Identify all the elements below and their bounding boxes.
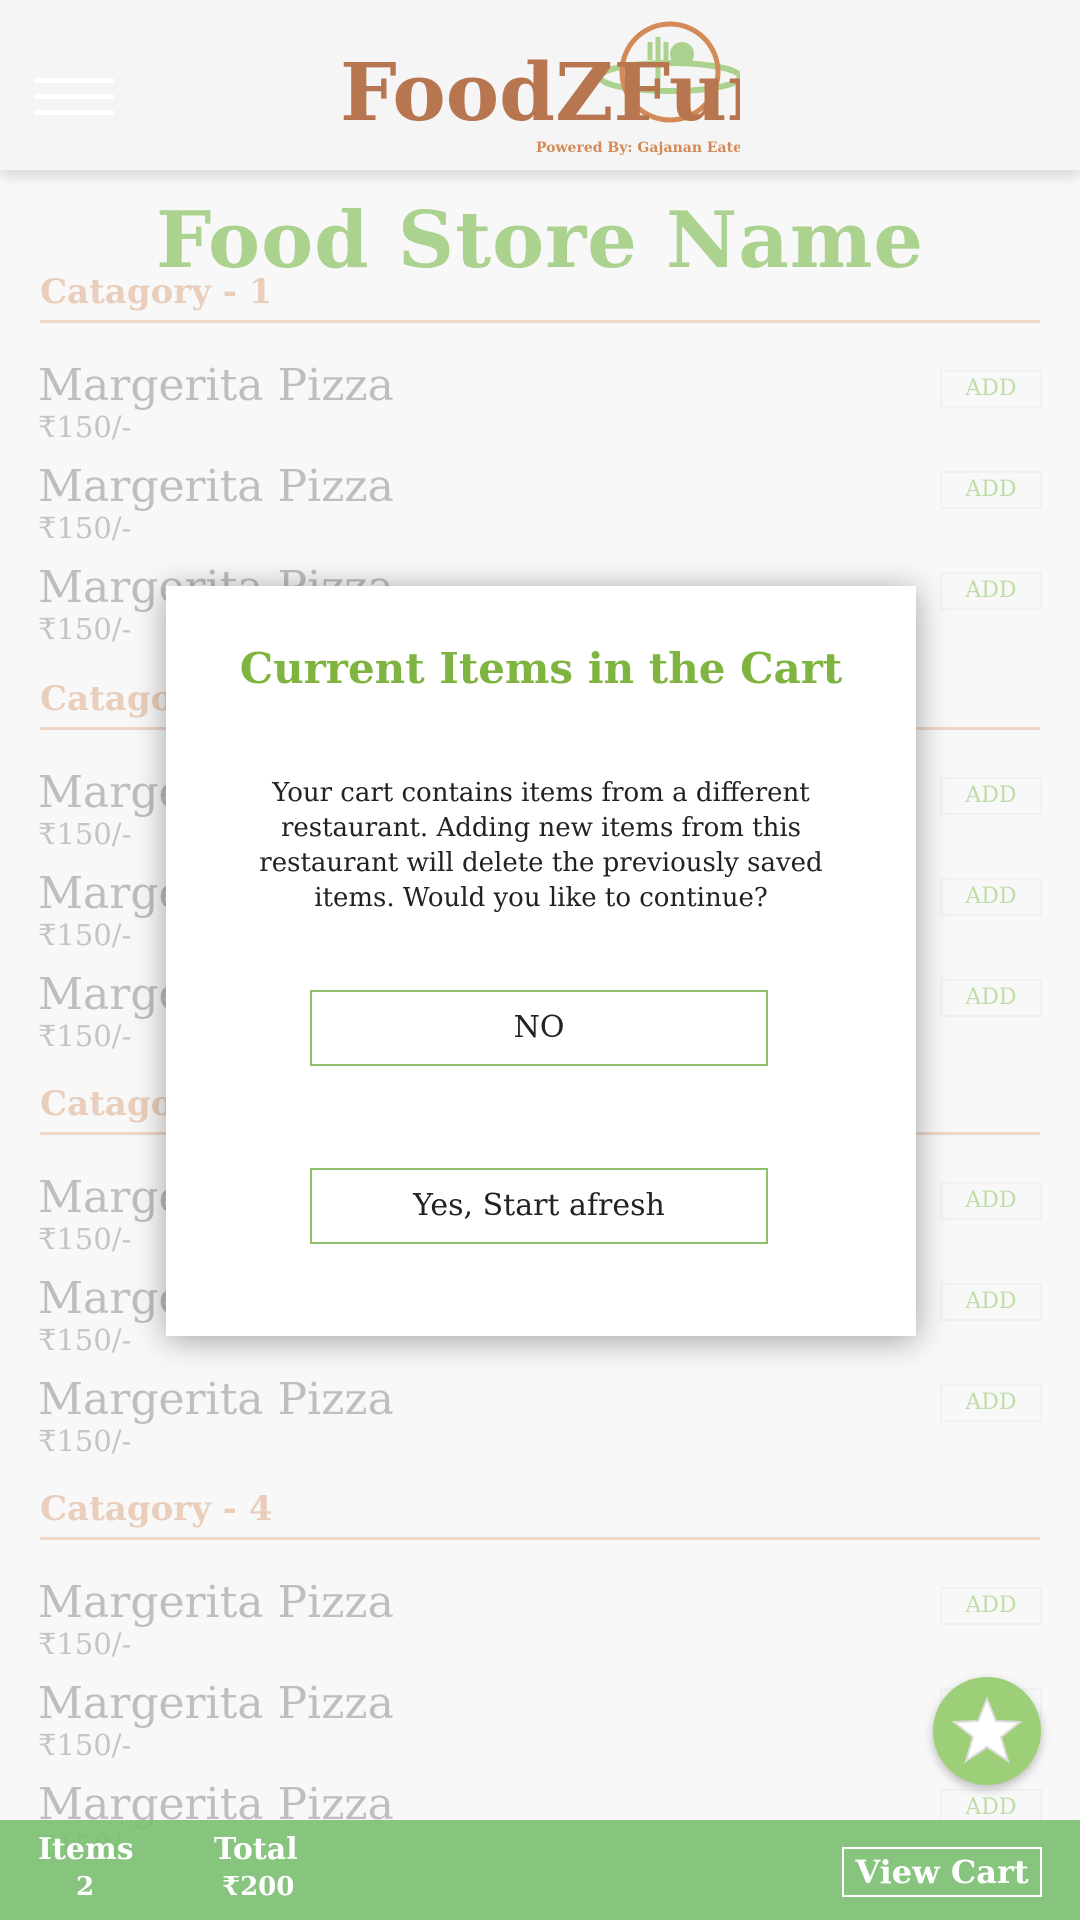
- items-count: 2: [76, 1872, 95, 1902]
- dialog-message: Your cart contains items from a differen…: [259, 778, 823, 913]
- dialog-title: Current Items in the Cart: [239, 644, 843, 693]
- cart-conflict-dialog: Current Items in the Cart Your cart cont…: [166, 586, 916, 1336]
- view-cart-button[interactable]: View Cart: [842, 1847, 1042, 1897]
- total-label: Total: [214, 1832, 298, 1867]
- start-afresh-button[interactable]: Yes, Start afresh: [310, 1168, 768, 1244]
- total-value: ₹200: [222, 1872, 295, 1902]
- favorite-button[interactable]: [933, 1677, 1041, 1785]
- no-button[interactable]: NO: [310, 990, 768, 1066]
- cart-summary-bar: Items 2 Total ₹200 View Cart: [0, 1820, 1080, 1920]
- items-label: Items: [38, 1832, 134, 1867]
- star-icon: [951, 1696, 1023, 1764]
